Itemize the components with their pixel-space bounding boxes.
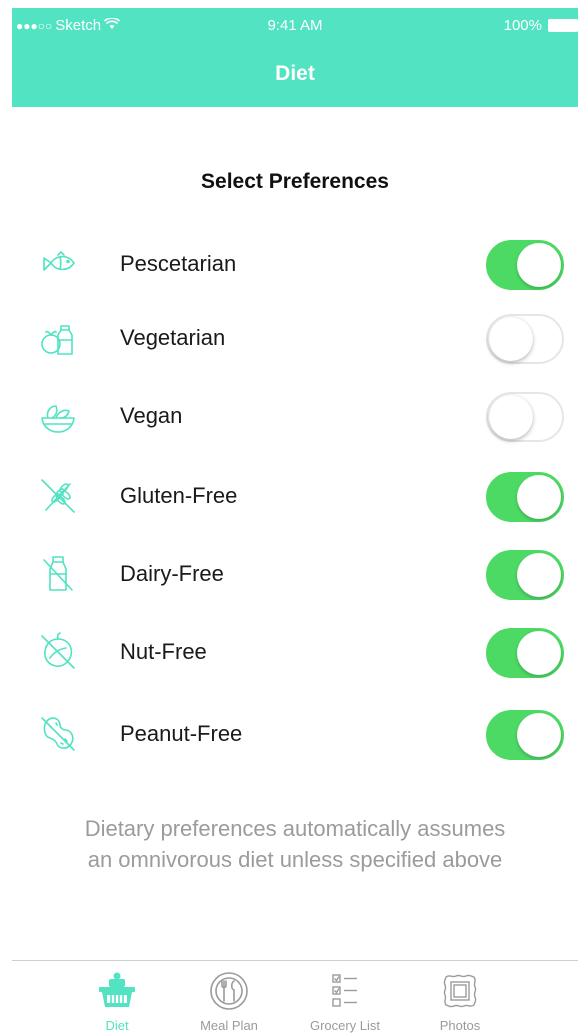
dairy-free-toggle[interactable] (486, 550, 564, 600)
nut-free-toggle[interactable] (486, 628, 564, 678)
page-title: Diet (275, 62, 315, 85)
tab-label: Grocery List (309, 1018, 381, 1033)
preference-row-peanut-free: Peanut-Free (12, 704, 578, 764)
vegetarian-toggle[interactable] (486, 314, 564, 364)
salad-bowl-icon (36, 394, 80, 438)
battery-percent: 100% (503, 17, 542, 34)
preference-label: Nut-Free (120, 639, 207, 664)
tab-label: Diet (105, 1018, 129, 1033)
preference-label: Vegan (120, 403, 183, 428)
toggle-knob (517, 553, 561, 597)
preference-row-dairy-free: Dairy-Free (12, 544, 578, 604)
diet-screen: ●●●○○ Sketch 9:41 AM 100% Diet Select Pr… (12, 8, 578, 1033)
preference-label: Vegetarian (120, 325, 226, 350)
wheat-crossed-icon (36, 474, 80, 518)
battery-icon (548, 19, 578, 32)
preference-label: Dairy-Free (120, 561, 224, 586)
toggle-knob (489, 395, 533, 439)
section-title: Select Preferences (201, 170, 389, 193)
status-time: 9:41 AM (267, 17, 323, 34)
checklist-icon (295, 969, 395, 1013)
milk-crossed-icon (36, 552, 80, 596)
preference-row-nut-free: Nut-Free (12, 622, 578, 682)
tab-grocery-list[interactable]: Grocery List (295, 969, 395, 1033)
header: ●●●○○ Sketch 9:41 AM 100% Diet (12, 8, 578, 107)
toggle-knob (517, 243, 561, 287)
nut-crossed-icon (36, 630, 80, 674)
gluten-free-toggle[interactable] (486, 472, 564, 522)
toggle-knob (489, 317, 533, 361)
plate-utensils-icon (179, 969, 279, 1013)
diet-footnote: Dietary preferences automatically assume… (84, 816, 506, 872)
toggle-knob (517, 713, 561, 757)
preference-row-vegetarian: Vegetarian (12, 308, 578, 368)
preference-label: Gluten-Free (120, 483, 238, 508)
toggle-knob (517, 475, 561, 519)
peanut-free-toggle[interactable] (486, 710, 564, 760)
tab-bar: Diet Meal Plan Grocery List Photos (12, 960, 578, 1033)
tab-photos[interactable]: Photos (410, 969, 510, 1033)
preference-label: Pescetarian (120, 251, 237, 276)
basket-icon (67, 969, 167, 1013)
pescetarian-toggle[interactable] (486, 240, 564, 290)
fish-icon (36, 242, 80, 286)
toggle-knob (517, 631, 561, 675)
status-bar: ●●●○○ Sketch 9:41 AM 100% (12, 8, 578, 44)
preference-row-pescetarian: Pescetarian (12, 234, 578, 294)
vegan-toggle[interactable] (486, 392, 564, 442)
preference-label: Peanut-Free (120, 721, 243, 746)
photo-frame-icon (410, 969, 510, 1013)
preference-row-gluten-free: Gluten-Free (12, 466, 578, 526)
peanut-crossed-icon (36, 712, 80, 756)
tab-diet[interactable]: Diet (67, 969, 167, 1033)
tab-label: Meal Plan (200, 1018, 258, 1033)
tab-label: Photos (439, 1018, 481, 1033)
preference-row-vegan: Vegan (12, 386, 578, 446)
tab-meal-plan[interactable]: Meal Plan (179, 969, 279, 1033)
vegetables-milk-icon (36, 316, 80, 360)
